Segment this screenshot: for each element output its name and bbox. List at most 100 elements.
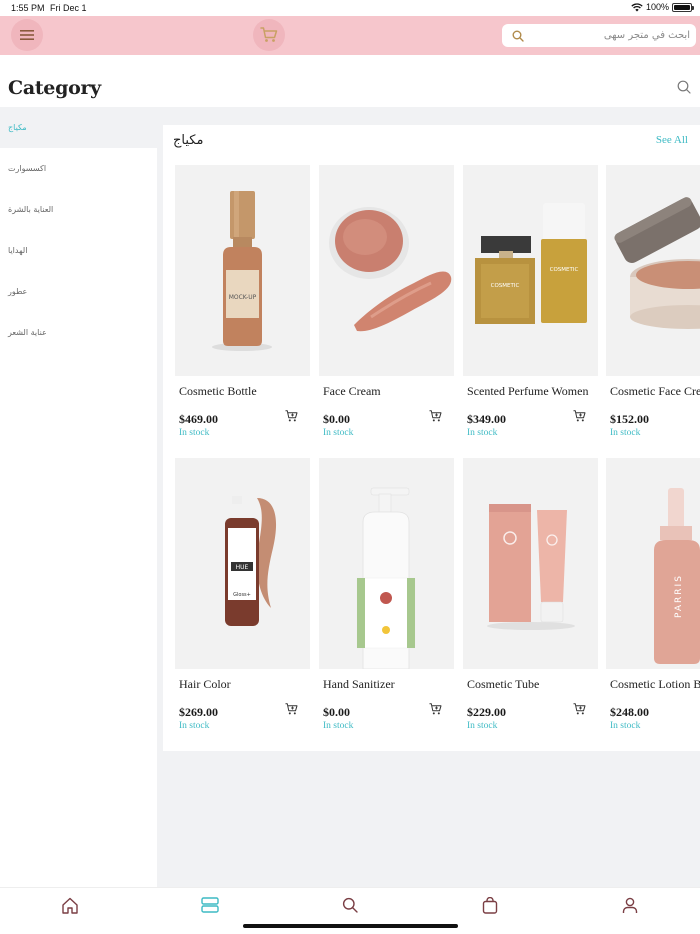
sidebar-item-label: عناية الشعر xyxy=(8,328,47,337)
sidebar-item-label: العناية بالشرة xyxy=(8,205,54,214)
status-time: 1:55 PM xyxy=(11,3,45,13)
stock-status: In stock xyxy=(323,428,354,438)
perfume-label-text: COSMETIC xyxy=(491,283,520,289)
sidebar-item-accessories[interactable]: اكسسوارت xyxy=(0,148,157,189)
battery-percent: 100% xyxy=(645,2,669,12)
sidebar-item-haircare[interactable]: عناية الشعر xyxy=(0,312,157,353)
search-icon xyxy=(342,897,358,913)
sidebar-item-gifts[interactable]: الهدايا xyxy=(0,230,157,271)
search-icon xyxy=(512,30,524,42)
hand-sanitizer-image xyxy=(356,487,416,669)
product-card[interactable]: PARRIS Cosmetic Lotion Bottle $248.00 In… xyxy=(606,458,700,731)
product-name: Hair Color xyxy=(179,677,231,691)
parris-label-text: PARRIS xyxy=(674,574,684,618)
stock-status: In stock xyxy=(467,721,498,731)
stock-status: In stock xyxy=(323,721,354,731)
product-card[interactable]: MOCK-UP Cosmetic Bottle $469.00 In stock xyxy=(175,165,310,438)
face-cream-image xyxy=(329,207,452,332)
stock-status: In stock xyxy=(179,721,210,731)
see-all-link[interactable]: See All xyxy=(656,134,688,146)
sidebar-item-label: مكياج xyxy=(8,123,27,132)
hue-label-text: HUE xyxy=(236,564,249,571)
store-search-box[interactable] xyxy=(502,24,696,47)
mockup-label-text: MOCK-UP xyxy=(229,294,257,301)
product-price: $229.00 xyxy=(467,705,506,719)
hair-color-image: HUE Gloss+ xyxy=(225,496,277,626)
section-title: مكياج xyxy=(173,133,204,148)
product-name: Cosmetic Face Cream xyxy=(610,384,700,398)
product-image[interactable]: COSMETIC COSMETIC xyxy=(463,165,598,376)
battery-icon xyxy=(672,2,694,12)
product-card[interactable]: Cosmetic Face Cream $152.00 In stock xyxy=(606,165,700,438)
tab-category[interactable] xyxy=(199,895,221,915)
product-name: Face Cream xyxy=(323,384,381,398)
cosmetic-bottle-image: MOCK-UP xyxy=(212,191,272,351)
tube-label-text: COSMETIC xyxy=(550,267,579,273)
sidebar-item-skincare[interactable]: العناية بالشرة xyxy=(0,189,157,230)
home-indicator xyxy=(243,924,458,928)
sidebar-item-label: عطور xyxy=(8,287,28,296)
wifi-icon xyxy=(631,2,643,11)
perfume-image: COSMETIC COSMETIC xyxy=(475,203,587,324)
product-image[interactable] xyxy=(319,165,454,376)
add-to-cart-icon[interactable] xyxy=(285,410,298,422)
title-bar: Category xyxy=(0,55,700,107)
add-to-cart-icon[interactable] xyxy=(573,703,586,715)
product-image[interactable] xyxy=(319,458,454,669)
add-to-cart-icon[interactable] xyxy=(573,410,586,422)
tab-bag[interactable] xyxy=(479,895,501,915)
stock-status: In stock xyxy=(467,428,498,438)
sidebar-item-label: اكسسوارت xyxy=(8,164,47,173)
sidebar-item-perfumes[interactable]: عطور xyxy=(0,271,157,312)
category-icon xyxy=(201,897,219,913)
product-card[interactable]: Hand Sanitizer $0.00 In stock xyxy=(319,458,454,731)
product-image[interactable] xyxy=(463,458,598,669)
tab-search[interactable] xyxy=(339,895,361,915)
status-date: Fri Dec 1 xyxy=(50,3,87,13)
menu-button[interactable] xyxy=(11,19,43,51)
cosmetic-tube-image xyxy=(487,504,575,630)
search-icon[interactable] xyxy=(677,80,691,94)
product-card[interactable]: HUE Gloss+ Hair Color $269.00 In stock xyxy=(175,458,310,731)
store-search-input[interactable] xyxy=(530,30,690,41)
product-name: Cosmetic Bottle xyxy=(179,384,257,398)
page-title: Category xyxy=(8,77,101,99)
stock-status: In stock xyxy=(610,721,641,731)
product-image[interactable]: HUE Gloss+ xyxy=(175,458,310,669)
add-to-cart-icon[interactable] xyxy=(429,703,442,715)
status-bar: 1:55 PM Fri Dec 1 100% xyxy=(0,0,700,16)
product-name: Scented Perfume Women xyxy=(467,384,589,398)
product-card[interactable]: Face Cream $0.00 In stock xyxy=(319,165,454,438)
product-name: Hand Sanitizer xyxy=(323,677,395,691)
status-right: 100% xyxy=(631,2,694,12)
add-to-cart-icon[interactable] xyxy=(285,703,298,715)
add-to-cart-icon[interactable] xyxy=(429,410,442,422)
product-image[interactable]: MOCK-UP xyxy=(175,165,310,376)
shopping-bag-icon xyxy=(482,896,498,914)
hamburger-icon xyxy=(20,30,34,40)
tab-profile[interactable] xyxy=(619,895,641,915)
tab-home[interactable] xyxy=(59,895,81,915)
lotion-bottle-image: PARRIS xyxy=(654,488,700,664)
cart-button[interactable] xyxy=(253,19,285,51)
gloss-label-text: Gloss+ xyxy=(233,592,251,598)
product-price: $152.00 xyxy=(610,412,649,426)
product-price: $0.00 xyxy=(323,705,350,719)
category-sidebar: مكياج اكسسوارت العناية بالشرة الهدايا عط… xyxy=(0,107,157,887)
sidebar-item-makeup[interactable]: مكياج xyxy=(0,107,157,148)
home-icon xyxy=(62,897,78,914)
product-image[interactable] xyxy=(606,165,700,376)
product-card[interactable]: COSMETIC COSMETIC Scented Perfume Women … xyxy=(463,165,598,438)
product-price: $469.00 xyxy=(179,412,218,426)
product-price: $248.00 xyxy=(610,705,649,719)
product-price: $269.00 xyxy=(179,705,218,719)
product-price: $349.00 xyxy=(467,412,506,426)
user-icon xyxy=(622,897,638,913)
cart-icon xyxy=(260,27,278,42)
product-image[interactable]: PARRIS xyxy=(606,458,700,669)
app-header xyxy=(0,16,700,55)
face-cream-jar-image xyxy=(614,197,700,329)
stock-status: In stock xyxy=(610,428,641,438)
product-card[interactable]: Cosmetic Tube $229.00 In stock xyxy=(463,458,598,731)
stock-status: In stock xyxy=(179,428,210,438)
